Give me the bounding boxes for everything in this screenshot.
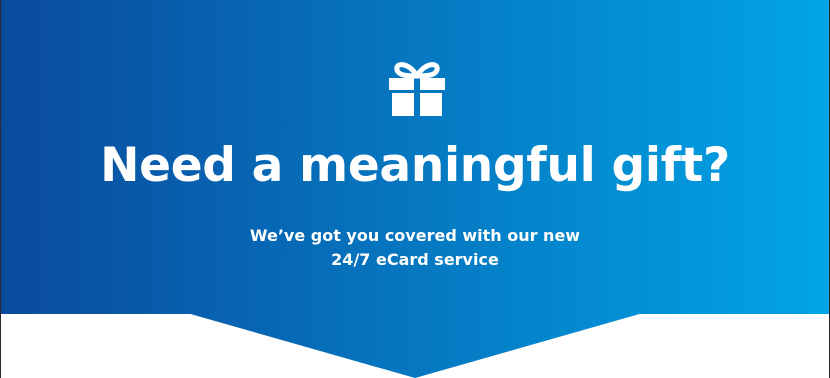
subheadline-line-2: 24/7 eCard service — [331, 250, 499, 269]
gift-icon — [389, 62, 445, 116]
headline: Need a meaningful gift? — [100, 138, 730, 193]
promo-page: Need a meaningful gift? We’ve got you co… — [0, 0, 830, 378]
subheadline-line-1: We’ve got you covered with our new — [249, 226, 581, 245]
